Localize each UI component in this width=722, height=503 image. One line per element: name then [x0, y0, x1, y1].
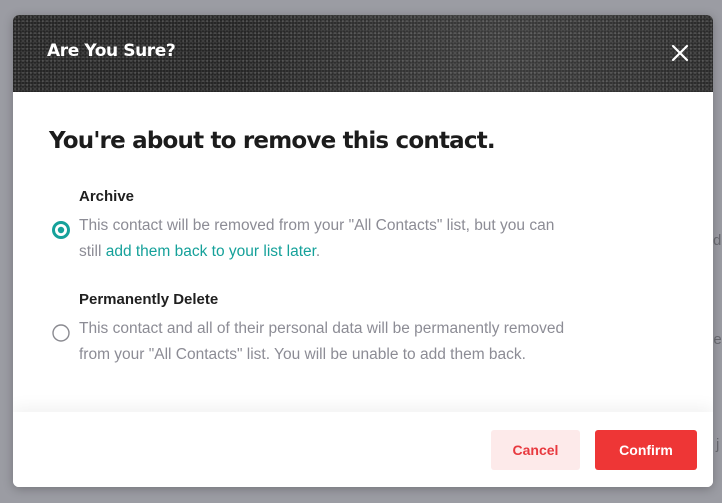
permanently-delete-radio[interactable] [52, 324, 70, 342]
confirm-remove-contact-dialog: Are You Sure? You're about to remove thi… [13, 15, 713, 487]
dialog-header: Are You Sure? [13, 15, 713, 92]
radio-unselected-icon [52, 324, 70, 342]
background-text-fragment: j [716, 436, 720, 453]
cancel-button[interactable]: Cancel [491, 430, 580, 470]
archive-description-line1: This contact will be removed from your "… [79, 217, 555, 234]
confirm-button[interactable]: Confirm [595, 430, 697, 470]
close-icon [668, 41, 692, 65]
archive-description-suffix: . [315, 243, 321, 260]
archive-option-description: This contact will be removed from your "… [79, 213, 599, 265]
radio-selected-icon [52, 221, 70, 239]
permanently-delete-option-description: This contact and all of their personal d… [79, 320, 565, 363]
archive-description-prefix: still [79, 243, 106, 260]
close-button[interactable] [668, 41, 692, 65]
dialog-footer: Cancel Confirm [13, 412, 713, 487]
add-back-later-link[interactable]: add them back to your list later [106, 243, 316, 260]
background-text-fragment: d [713, 232, 722, 249]
archive-radio[interactable] [52, 221, 70, 239]
permanently-delete-option-title: Permanently Delete [79, 291, 219, 308]
dialog-heading: You're about to remove this contact. [49, 128, 496, 154]
archive-option-title: Archive [79, 188, 135, 205]
dialog-title: Are You Sure? [47, 41, 176, 61]
